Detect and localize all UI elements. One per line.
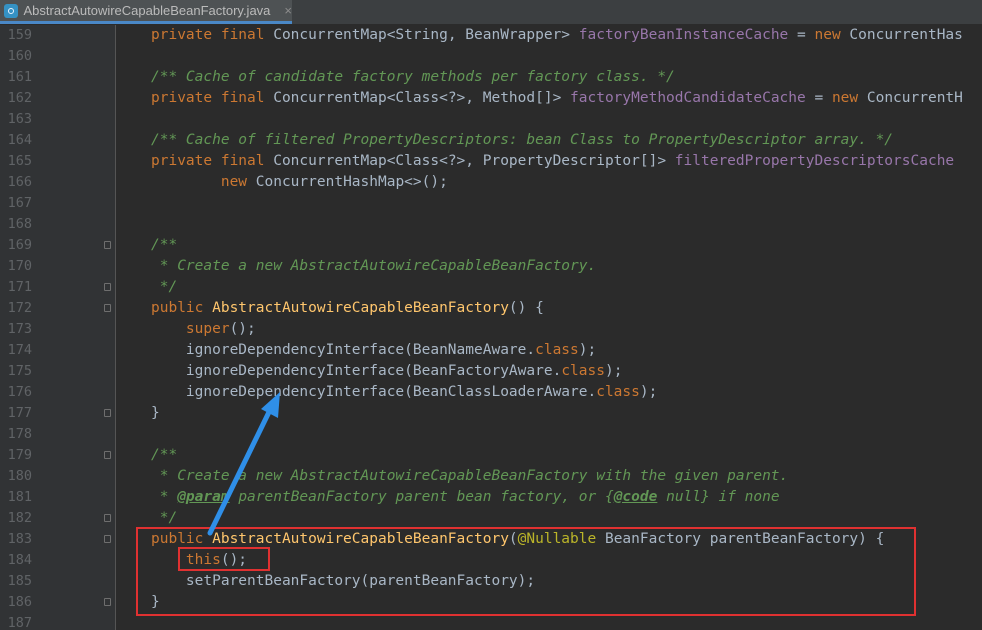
annotation-arrow [207,392,280,536]
